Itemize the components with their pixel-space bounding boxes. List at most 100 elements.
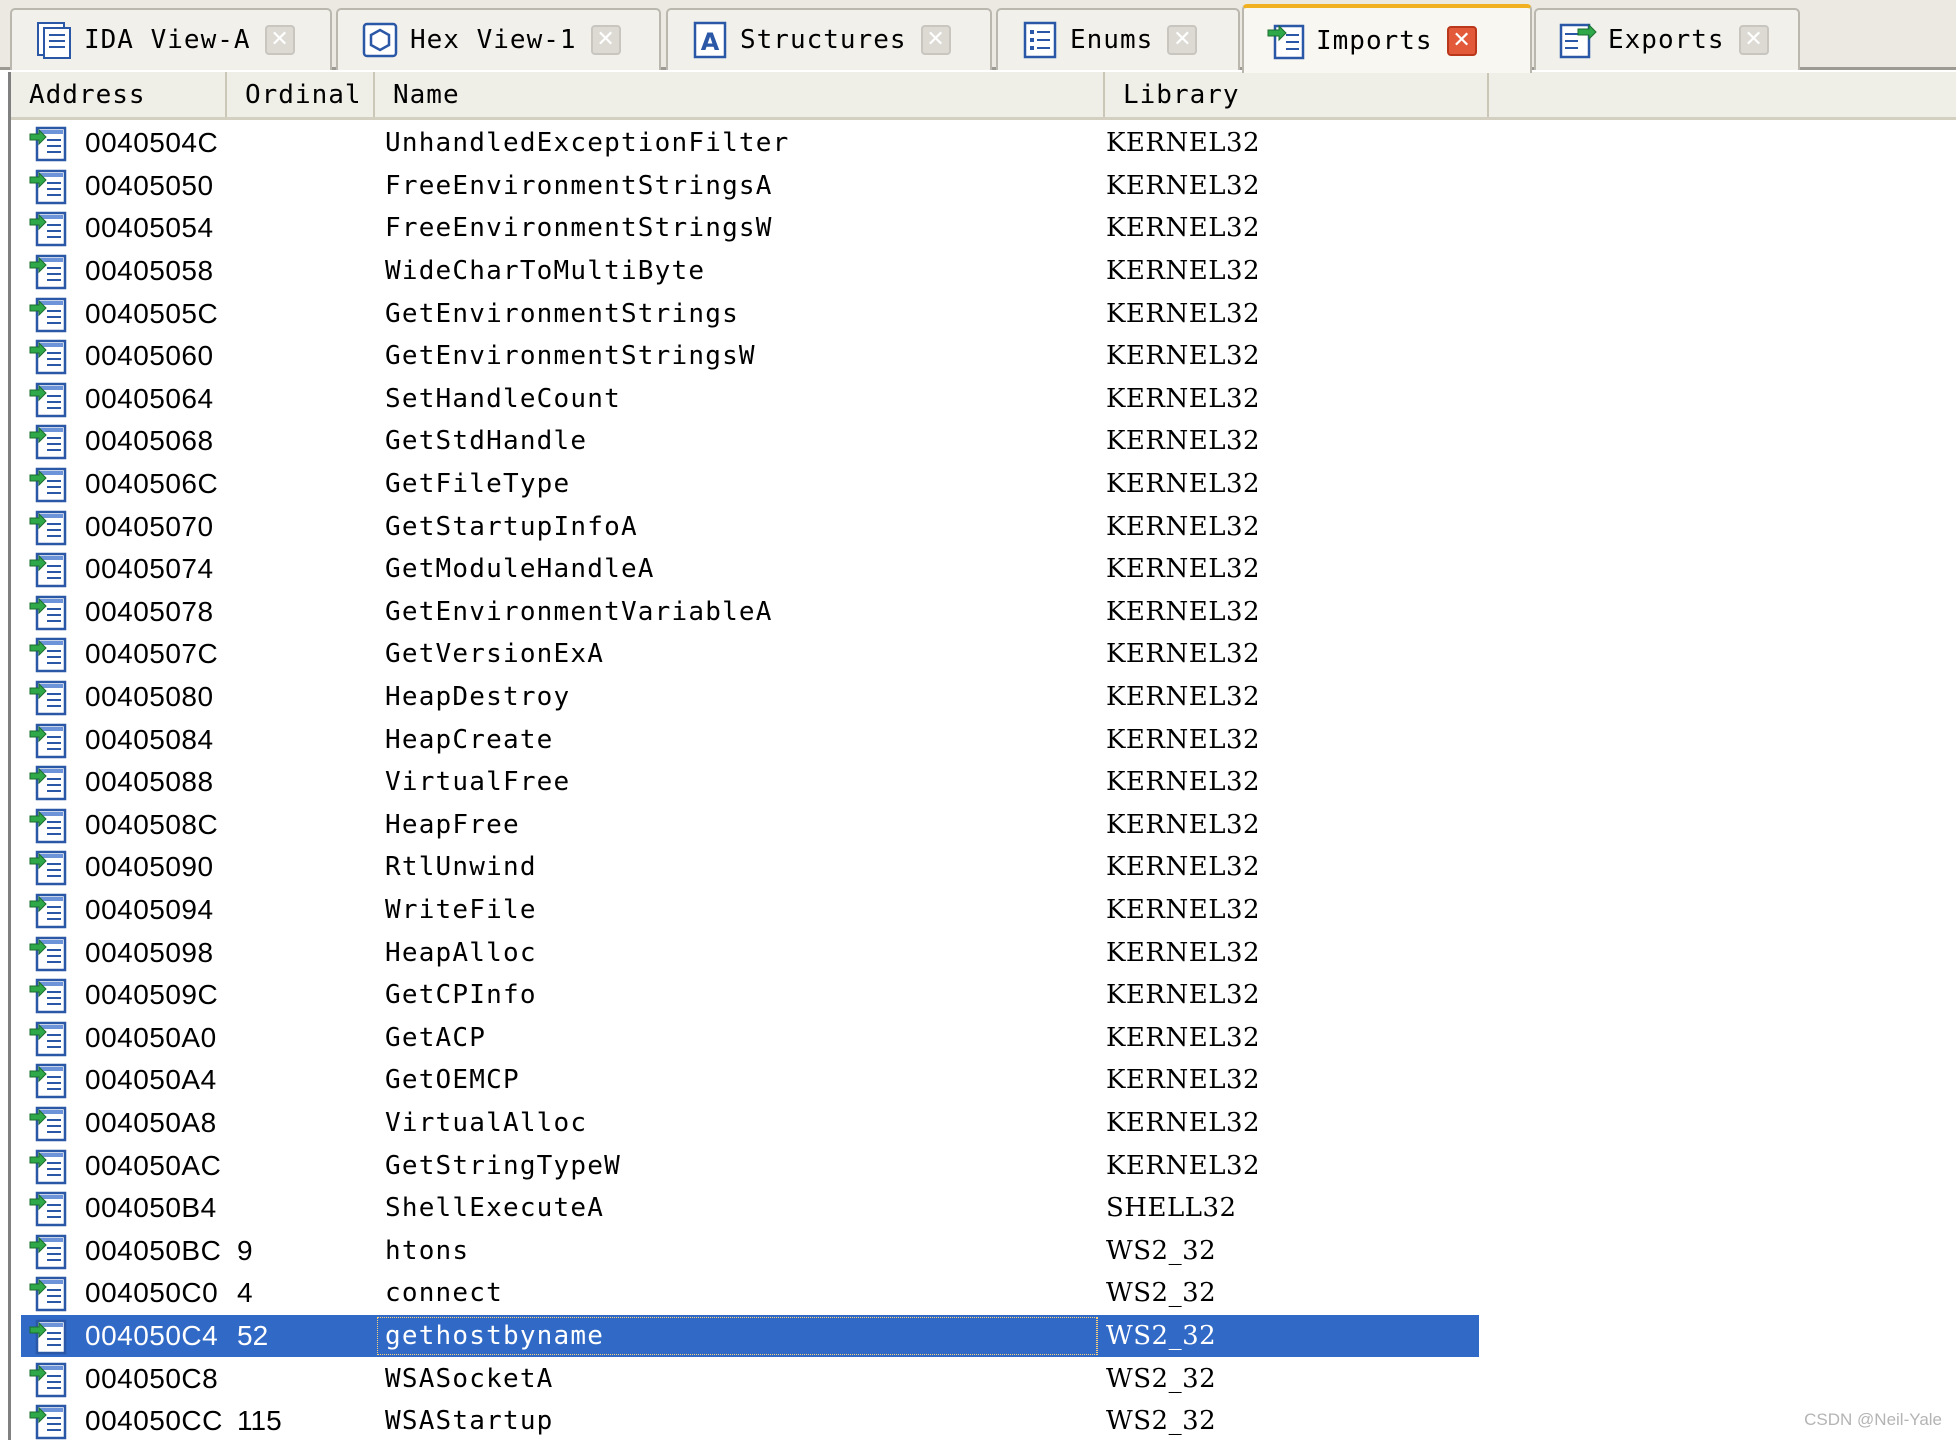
table-row[interactable]: 00405054 FreeEnvironmentStringsW KERNEL32 (11, 207, 1956, 250)
table-row[interactable]: 004050C8 WSASocketA WS2_32 (11, 1357, 1956, 1400)
table-row[interactable]: 00405050 FreeEnvironmentStringsA KERNEL32 (11, 165, 1956, 208)
column-header-library[interactable]: Library (1105, 72, 1489, 117)
cell-name: FreeEnvironmentStringsA (385, 170, 773, 201)
table-row[interactable]: 00405080 HeapDestroy KERNEL32 (11, 676, 1956, 719)
hex-view-icon (360, 20, 400, 60)
tab-label: Exports (1608, 25, 1725, 55)
cell-library: WS2_32 (1106, 1363, 1217, 1394)
import-entry-icon (25, 122, 73, 165)
import-entry-icon (25, 676, 73, 719)
structures-icon: A (690, 20, 730, 60)
cell-address: 004050C8 (85, 1362, 219, 1394)
import-entry-icon (25, 548, 73, 591)
tab-enums[interactable]: Enums ✕ (996, 8, 1240, 70)
import-entry-icon (25, 207, 73, 250)
table-row[interactable]: 0040508C HeapFree KERNEL32 (11, 804, 1956, 847)
cell-address: 0040505C (85, 297, 219, 329)
cell-name: GetEnvironmentStrings (385, 298, 739, 329)
table-row[interactable]: 0040504C UnhandledExceptionFilter KERNEL32 (11, 122, 1956, 165)
cell-name: GetEnvironmentVariableA (385, 596, 773, 627)
cell-name: connect (385, 1278, 503, 1309)
cell-address: 00405060 (85, 340, 214, 372)
watermark: CSDN @Neil-Yale (1804, 1410, 1942, 1429)
table-row[interactable]: 00405088 VirtualFree KERNEL32 (11, 761, 1956, 804)
imports-list[interactable]: Address Ordinal Name Library 0040504C Unh… (8, 72, 1956, 1440)
table-row[interactable]: 004050C0 4 connect WS2_32 (11, 1272, 1956, 1315)
table-row[interactable]: 00405070 GetStartupInfoA KERNEL32 (11, 505, 1956, 548)
cell-name: VirtualFree (385, 767, 571, 798)
cell-name: RtlUnwind (385, 852, 537, 883)
close-icon[interactable]: ✕ (1167, 25, 1198, 55)
tab-label: Imports (1316, 25, 1433, 56)
cell-name: ShellExecuteA (385, 1193, 605, 1224)
cell-address: 004050BC (85, 1234, 222, 1266)
cell-address: 00405074 (85, 553, 214, 585)
cell-name: WSASocketA (385, 1363, 554, 1394)
cell-address: 004050A4 (85, 1064, 217, 1096)
table-row[interactable]: 00405074 GetModuleHandleA KERNEL32 (11, 548, 1956, 591)
close-icon[interactable]: ✕ (264, 25, 295, 55)
cell-library: KERNEL32 (1106, 852, 1261, 883)
cell-library: KERNEL32 (1106, 1150, 1261, 1181)
table-row[interactable]: 004050BC 9 htons WS2_32 (11, 1229, 1956, 1272)
tab-structures[interactable]: A Structures ✕ (666, 8, 992, 70)
cell-library: WS2_32 (1106, 1406, 1217, 1437)
table-row[interactable]: 00405060 GetEnvironmentStringsW KERNEL32 (11, 335, 1956, 378)
cell-name: HeapFree (385, 809, 520, 840)
svg-text:A: A (701, 28, 720, 56)
close-icon[interactable]: ✕ (1738, 25, 1769, 55)
table-row[interactable]: 00405068 GetStdHandle KERNEL32 (11, 420, 1956, 463)
import-entry-icon (25, 1272, 73, 1315)
cell-address: 004050CC (85, 1405, 223, 1437)
table-row[interactable]: 0040509C GetCPInfo KERNEL32 (11, 974, 1956, 1017)
table-row[interactable]: 00405064 SetHandleCount KERNEL32 (11, 378, 1956, 421)
table-row[interactable]: 004050C4 52 gethostbyname WS2_32 (11, 1314, 1956, 1358)
cell-name: WSAStartup (385, 1406, 554, 1437)
cell-address: 004050C0 (85, 1277, 219, 1309)
column-header-address[interactable]: Address (11, 72, 227, 117)
table-row[interactable]: 00405078 GetEnvironmentVariableA KERNEL32 (11, 591, 1956, 634)
cell-library: KERNEL32 (1106, 1022, 1261, 1053)
import-entry-icon (25, 931, 73, 974)
cell-name: GetFileType (385, 469, 571, 500)
cell-library: KERNEL32 (1106, 426, 1261, 457)
table-row[interactable]: 004050CC 115 WSAStartup WS2_32 (11, 1400, 1956, 1440)
close-icon[interactable]: ✕ (920, 25, 951, 55)
cell-library: KERNEL32 (1106, 724, 1261, 755)
cell-library: KERNEL32 (1106, 639, 1261, 670)
cell-library: WS2_32 (1106, 1320, 1217, 1351)
table-row[interactable]: 0040505C GetEnvironmentStrings KERNEL32 (11, 292, 1956, 335)
table-row[interactable]: 00405094 WriteFile KERNEL32 (11, 889, 1956, 932)
column-header-name[interactable]: Name (375, 72, 1105, 117)
table-row[interactable]: 004050A8 VirtualAlloc KERNEL32 (11, 1102, 1956, 1145)
close-icon[interactable]: ✕ (1446, 25, 1477, 56)
column-header-ordinal[interactable]: Ordinal (227, 72, 375, 117)
table-row[interactable]: 004050A0 GetACP KERNEL32 (11, 1016, 1956, 1059)
import-entry-icon (25, 633, 73, 676)
import-entry-icon (25, 463, 73, 506)
table-row[interactable]: 0040506C GetFileType KERNEL32 (11, 463, 1956, 506)
table-row[interactable]: 004050A4 GetOEMCP KERNEL32 (11, 1059, 1956, 1102)
cell-library: KERNEL32 (1106, 383, 1261, 414)
tab-imports[interactable]: Imports ✕ (1242, 4, 1532, 73)
cell-library: KERNEL32 (1106, 937, 1261, 968)
table-row[interactable]: 004050B4 ShellExecuteA SHELL32 (11, 1187, 1956, 1230)
table-row[interactable]: 0040507C GetVersionExA KERNEL32 (11, 633, 1956, 676)
cell-address: 0040504C (85, 127, 219, 159)
import-entry-icon (25, 889, 73, 932)
table-body: 0040504C UnhandledExceptionFilter KERNEL32… (11, 122, 1956, 1440)
cell-name: GetACP (385, 1022, 487, 1053)
table-row[interactable]: 00405058 WideCharToMultiByte KERNEL32 (11, 250, 1956, 293)
table-row[interactable]: 00405090 RtlUnwind KERNEL32 (11, 846, 1956, 889)
tab-exports[interactable]: Exports ✕ (1534, 8, 1800, 70)
table-row[interactable]: 00405098 HeapAlloc KERNEL32 (11, 931, 1956, 974)
cell-address: 00405068 (85, 425, 214, 457)
tab-hex-view-1[interactable]: Hex View-1 ✕ (336, 8, 661, 70)
cell-name: GetEnvironmentStringsW (385, 341, 756, 372)
cell-address: 00405094 (85, 893, 214, 925)
table-row[interactable]: 00405084 HeapCreate KERNEL32 (11, 718, 1956, 761)
close-icon[interactable]: ✕ (590, 25, 621, 55)
tab-ida-view-a[interactable]: IDA View-A ✕ (10, 8, 332, 70)
cell-name: HeapAlloc (385, 937, 537, 968)
table-row[interactable]: 004050AC GetStringTypeW KERNEL32 (11, 1144, 1956, 1187)
